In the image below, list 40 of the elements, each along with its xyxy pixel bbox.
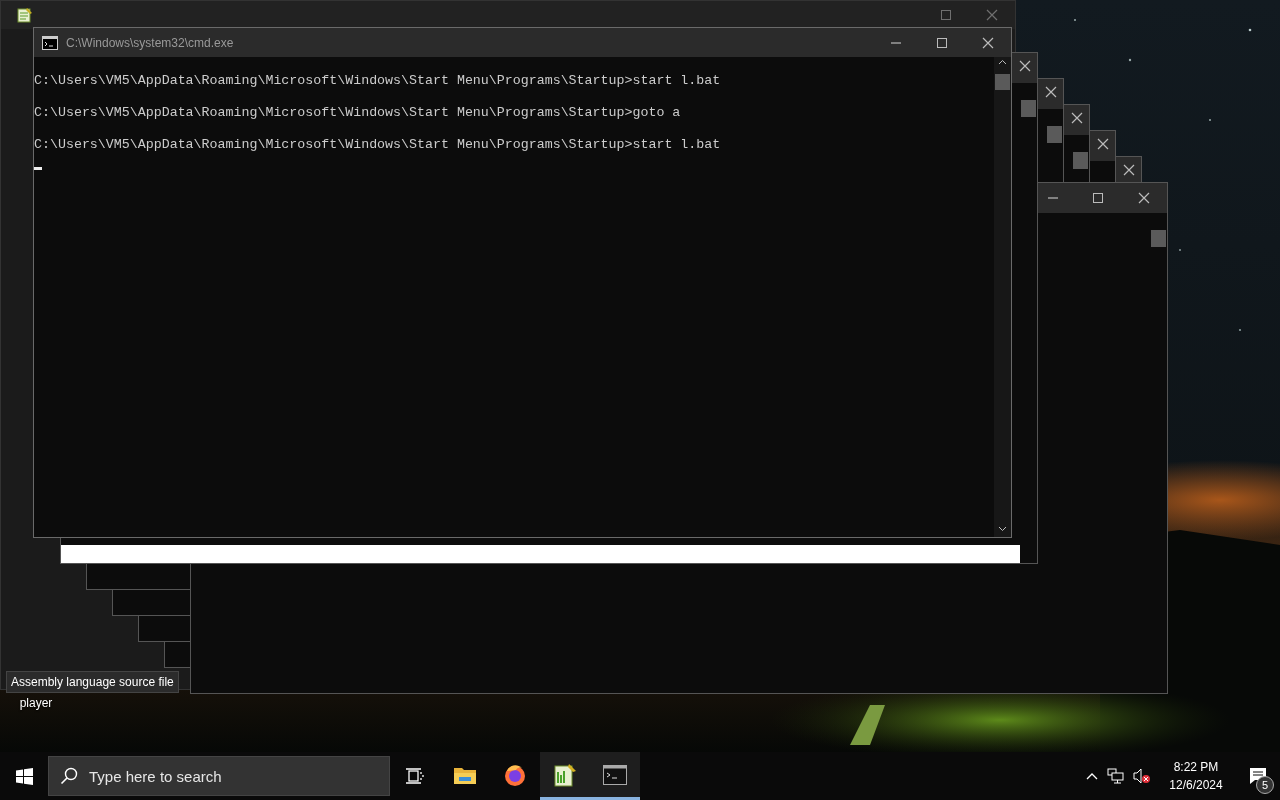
text-cursor bbox=[34, 167, 42, 170]
tooltip: Assembly language source file bbox=[6, 671, 179, 693]
windows-icon bbox=[15, 767, 33, 785]
close-icon bbox=[986, 9, 998, 21]
scroll-thumb[interactable] bbox=[995, 74, 1010, 90]
console-icon bbox=[42, 35, 58, 50]
scrollbar[interactable] bbox=[994, 57, 1011, 537]
close-icon bbox=[1123, 163, 1135, 176]
maximize-icon bbox=[940, 9, 952, 21]
console-line: C:\Users\VM5\AppData\Roaming\Microsoft\Windows\Start Menu\Programs\Startup>start l.bat bbox=[34, 73, 722, 89]
network-icon bbox=[1107, 768, 1125, 784]
scroll-thumb[interactable] bbox=[1047, 126, 1062, 143]
close-icon bbox=[982, 36, 994, 49]
task-view-icon bbox=[406, 768, 424, 784]
taskbar-app-button[interactable] bbox=[590, 752, 640, 800]
notepad-icon bbox=[553, 762, 577, 787]
close-icon bbox=[1071, 111, 1083, 124]
window-title: C:\Windows\system32\cmd.exe bbox=[66, 35, 235, 50]
close-icon bbox=[1045, 85, 1057, 98]
console-line: C:\Users\VM5\AppData\Roaming\Microsoft\Windows\Start Menu\Programs\Startup>goto a bbox=[34, 105, 682, 121]
clock[interactable]: 8:22 PM 12/6/2024 bbox=[1156, 752, 1236, 800]
action-center-button[interactable]: 5 bbox=[1236, 752, 1280, 800]
notification-count: 5 bbox=[1256, 776, 1274, 794]
firefox-icon bbox=[503, 762, 527, 787]
console-icon bbox=[603, 764, 627, 785]
search-icon bbox=[60, 767, 78, 785]
scroll-thumb[interactable] bbox=[1073, 152, 1088, 169]
notepad-icon bbox=[17, 7, 33, 23]
console-line: C:\Users\VM5\AppData\Roaming\Microsoft\Windows\Start Menu\Programs\Startup>start l.bat bbox=[34, 137, 722, 153]
desktop-icon-label[interactable]: player bbox=[4, 696, 68, 710]
close-icon bbox=[1019, 59, 1031, 72]
search-field[interactable]: Type here to search bbox=[48, 756, 390, 796]
taskbar-app-button[interactable] bbox=[540, 752, 590, 800]
scroll-thumb[interactable] bbox=[1021, 100, 1036, 117]
close-icon bbox=[1097, 137, 1109, 150]
scroll-thumb[interactable] bbox=[1151, 230, 1166, 247]
maximize-icon bbox=[1092, 192, 1104, 204]
chevron-up-icon bbox=[1086, 772, 1098, 780]
close-icon bbox=[1138, 192, 1150, 204]
maximize-icon bbox=[936, 36, 948, 49]
